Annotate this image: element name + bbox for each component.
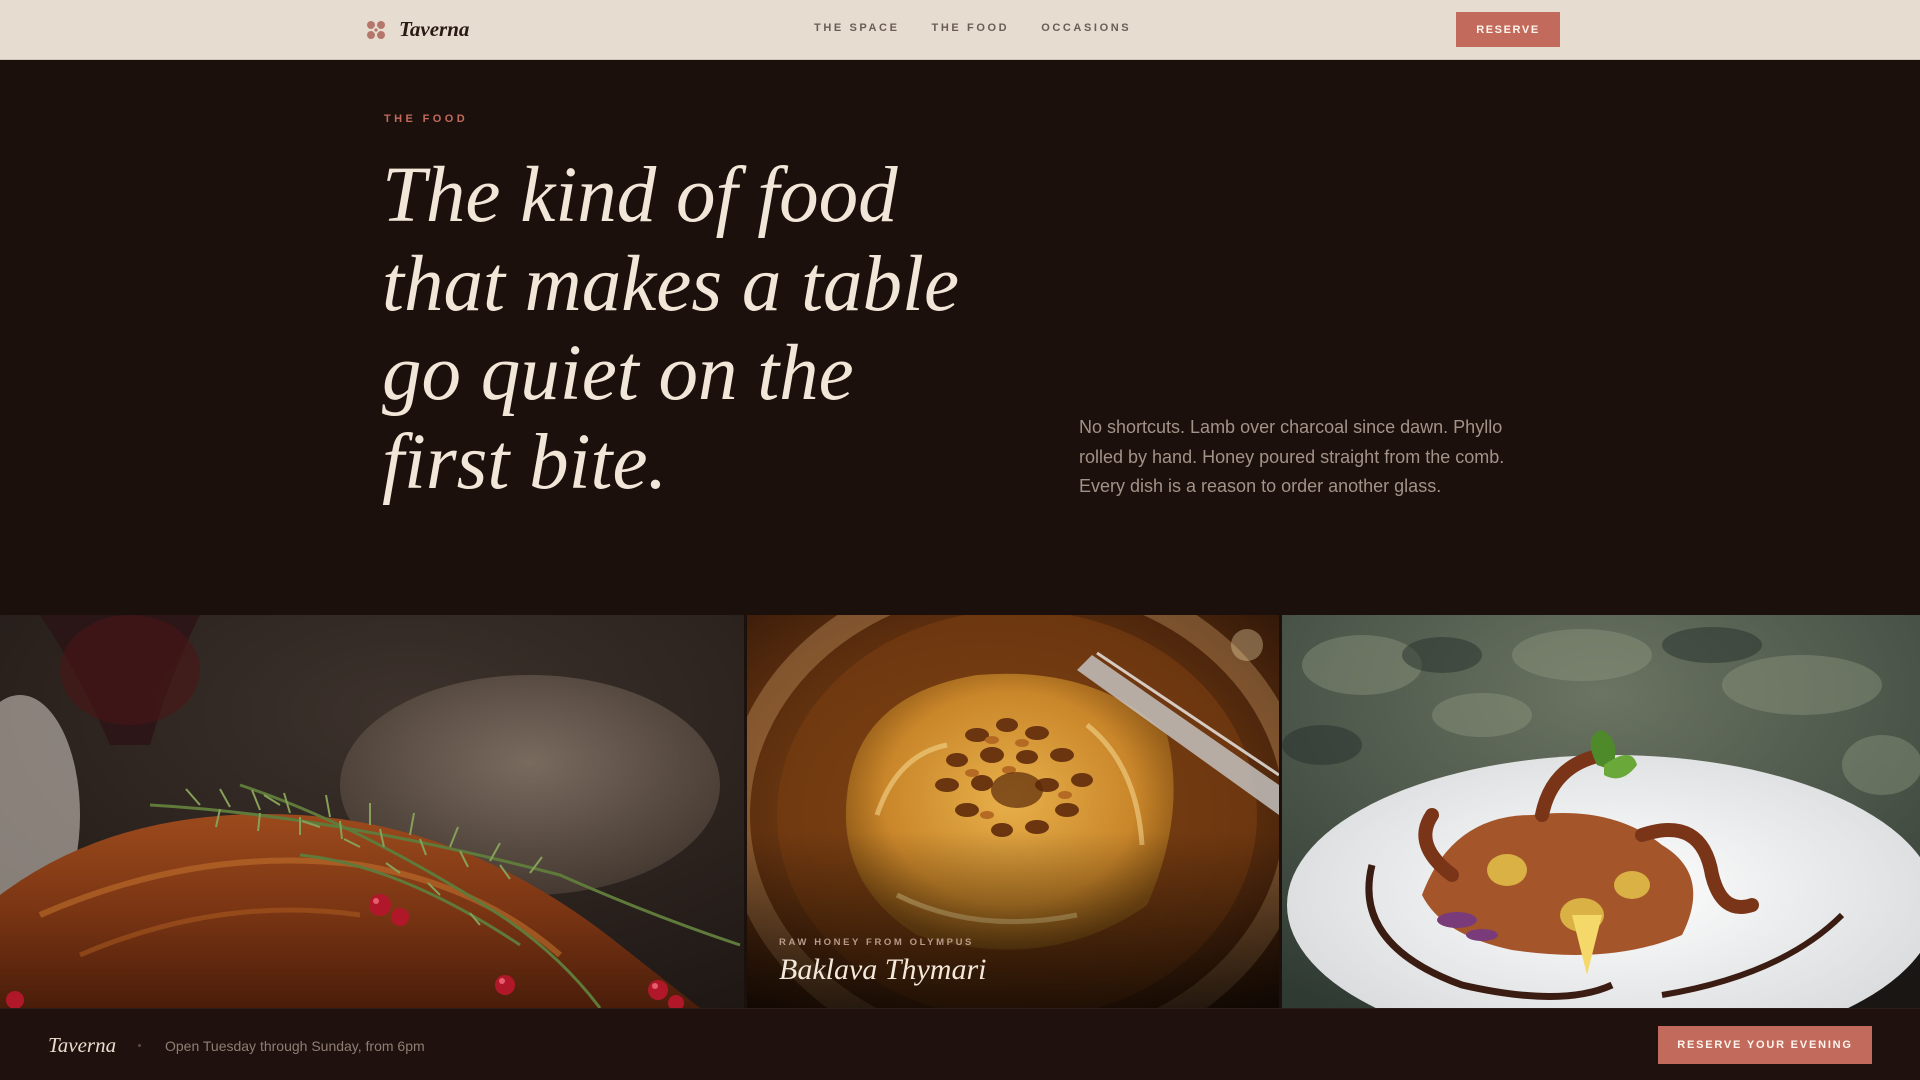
nav-link-occasions[interactable]: OCCASIONS (1041, 22, 1131, 34)
hero-lede: No shortcuts. Lamb over charcoal since d… (1079, 417, 1505, 496)
brand-logo[interactable]: Taverna (365, 17, 469, 42)
separator-dot (138, 1044, 141, 1047)
caption-kicker: RAW HONEY FROM OLYMPUS (779, 937, 974, 948)
roast-lamb-image (0, 615, 744, 1008)
hero-section: THE FOOD The kind of food that makes a t… (0, 61, 1920, 615)
rosette-logo-icon (367, 20, 385, 39)
octopus-image (1282, 615, 1920, 1008)
opening-hours: Open Tuesday through Sunday, from 6pm (165, 1038, 425, 1054)
footer-bar: Taverna Open Tuesday through Sunday, fro… (0, 1008, 1920, 1080)
nav-link-the-space[interactable]: THE SPACE (814, 22, 900, 34)
gallery-photo-baklava[interactable]: RAW HONEY FROM OLYMPUS Baklava Thymari (747, 615, 1279, 1008)
baklava-image (747, 615, 1279, 1008)
top-nav: Taverna THE SPACE THE FOOD OCCASIONS RES… (0, 0, 1920, 60)
footer-brand: Taverna (48, 1033, 117, 1057)
hero-headline: The kind of food that makes a table go q… (382, 152, 960, 506)
reserve-button[interactable]: RESERVE (1456, 12, 1560, 47)
gallery-photo-roast-lamb[interactable] (0, 615, 744, 1008)
main-nav: THE SPACE THE FOOD OCCASIONS (814, 22, 1131, 34)
reserve-evening-button[interactable]: RESERVE YOUR EVENING (1658, 1026, 1872, 1064)
gallery-photo-octopus[interactable] (1282, 615, 1920, 1008)
nav-link-the-food[interactable]: THE FOOD (932, 22, 1010, 34)
food-gallery: RAW HONEY FROM OLYMPUS Baklava Thymari (0, 615, 1920, 1008)
caption-title: Baklava Thymari (779, 953, 987, 986)
section-eyebrow: THE FOOD (384, 113, 469, 125)
brand-name: Taverna (399, 17, 470, 41)
